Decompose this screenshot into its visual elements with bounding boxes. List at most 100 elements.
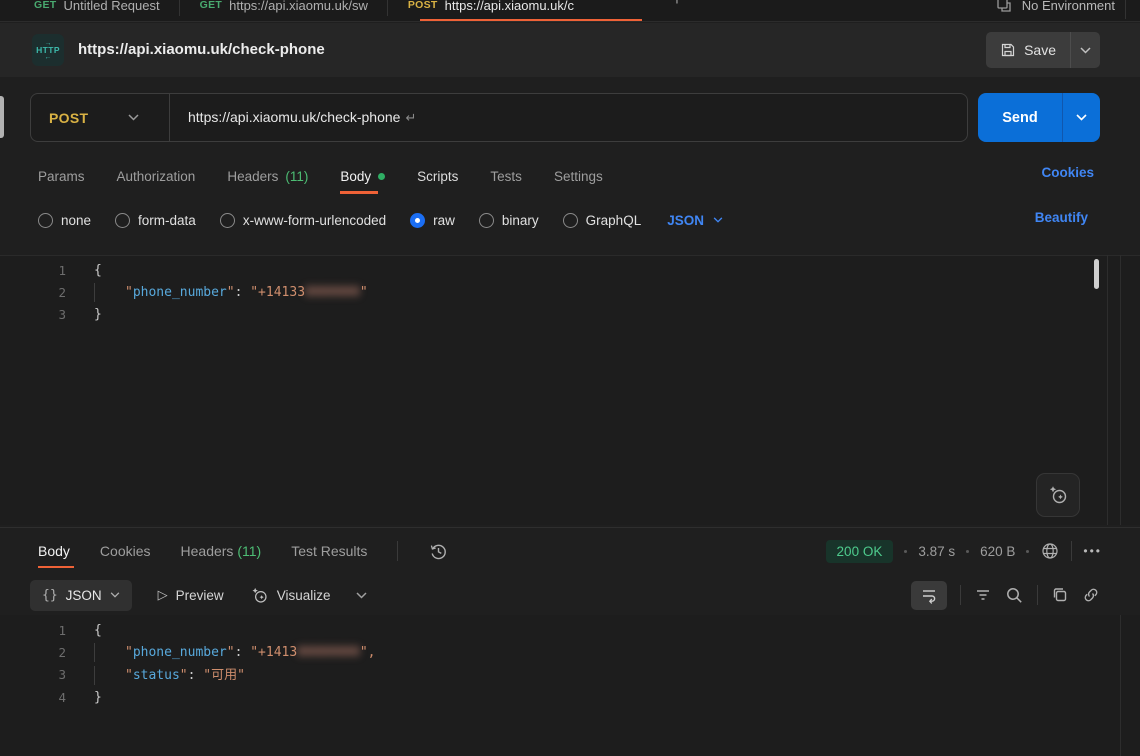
save-button[interactable]: Save bbox=[986, 32, 1070, 68]
filter-icon[interactable] bbox=[974, 586, 992, 604]
copy-icon[interactable] bbox=[1051, 586, 1069, 604]
code-line: 2"phone_number": "+141330000000" bbox=[0, 281, 1140, 303]
postbot-sparkle-icon bbox=[1047, 484, 1069, 506]
tab-authorization[interactable]: Authorization bbox=[117, 169, 196, 184]
new-tab-button[interactable]: + bbox=[672, 0, 682, 10]
tab-params[interactable]: Params bbox=[38, 169, 85, 184]
chevron-down-icon bbox=[1076, 114, 1087, 121]
sidebar-resize-handle[interactable] bbox=[0, 96, 4, 138]
editor-scrollbar-thumb[interactable] bbox=[1094, 259, 1099, 289]
editor-scroll-track-line bbox=[1107, 255, 1108, 525]
response-history-icon[interactable] bbox=[428, 541, 449, 562]
request-tab-sw[interactable]: GET https://api.xiaomu.uk/sw bbox=[180, 0, 388, 22]
postbot-button[interactable] bbox=[1036, 473, 1080, 517]
panel-edge-line bbox=[1120, 615, 1121, 756]
beautify-link[interactable]: Beautify bbox=[1035, 210, 1088, 225]
visualize-button[interactable]: Visualize bbox=[250, 586, 331, 605]
network-globe-icon[interactable] bbox=[1040, 541, 1060, 561]
radio-binary[interactable]: binary bbox=[479, 213, 539, 228]
chevron-down-icon[interactable] bbox=[356, 592, 367, 599]
meta-divider bbox=[397, 541, 398, 561]
search-icon[interactable] bbox=[1005, 586, 1024, 605]
panel-edge-line bbox=[1120, 255, 1121, 525]
response-tab-cookies[interactable]: Cookies bbox=[100, 543, 151, 559]
chevron-down-icon bbox=[713, 217, 723, 223]
line-number: 3 bbox=[0, 667, 72, 682]
radio-circle-selected bbox=[410, 213, 425, 228]
response-format-dropdown[interactable]: {} JSON bbox=[30, 580, 132, 611]
method-badge: GET bbox=[34, 0, 57, 11]
code-line: 4} bbox=[0, 686, 1140, 708]
active-tab-underline bbox=[340, 191, 378, 194]
wrap-text-icon bbox=[920, 586, 938, 604]
code-line: 2"phone_number": "+141300000000", bbox=[0, 641, 1140, 663]
radio-circle bbox=[563, 213, 578, 228]
radio-circle bbox=[115, 213, 130, 228]
radio-graphql[interactable]: GraphQL bbox=[563, 213, 642, 228]
response-tabs: Body Cookies Headers (11) Test Results bbox=[38, 532, 449, 570]
radio-raw[interactable]: raw bbox=[410, 213, 455, 228]
line-number: 4 bbox=[0, 690, 72, 705]
response-tab-body[interactable]: Body bbox=[38, 543, 70, 559]
url-input[interactable]: https://api.xiaomu.uk/check-phone ↵ bbox=[170, 109, 416, 126]
status-badge[interactable]: 200 OK bbox=[826, 540, 894, 563]
line-number: 1 bbox=[0, 623, 72, 638]
code-line: 3} bbox=[0, 304, 1140, 326]
response-tab-headers[interactable]: Headers (11) bbox=[181, 543, 262, 559]
selected-method: POST bbox=[49, 110, 88, 126]
toolbar-divider bbox=[1037, 585, 1038, 605]
radio-circle bbox=[38, 213, 53, 228]
raw-format-dropdown[interactable]: JSON bbox=[667, 213, 723, 228]
save-label: Save bbox=[1024, 42, 1056, 58]
play-outline-icon: ▷ bbox=[158, 587, 168, 603]
request-title: https://api.xiaomu.uk/check-phone bbox=[78, 41, 325, 58]
response-body-viewer[interactable]: 1{2"phone_number": "+141300000000",3"sta… bbox=[0, 615, 1140, 756]
more-options-button[interactable]: ••• bbox=[1083, 544, 1102, 558]
http-request-icon: →HTTP← bbox=[32, 34, 64, 66]
method-badge: GET bbox=[200, 0, 223, 11]
toolbar-divider bbox=[960, 585, 961, 605]
save-options-button[interactable] bbox=[1070, 32, 1100, 68]
environment-quicklook-icon[interactable] bbox=[996, 0, 1012, 13]
wrap-text-button[interactable] bbox=[911, 581, 947, 610]
radio-form-data[interactable]: form-data bbox=[115, 213, 196, 228]
cookies-link[interactable]: Cookies bbox=[1041, 165, 1094, 180]
request-tab-untitled[interactable]: GET Untitled Request bbox=[14, 0, 180, 22]
radio-none[interactable]: none bbox=[38, 213, 91, 228]
tab-settings[interactable]: Settings bbox=[554, 169, 603, 184]
save-split-button: Save bbox=[986, 32, 1100, 68]
environment-selector[interactable]: No Environment bbox=[1022, 0, 1115, 13]
response-tab-test-results[interactable]: Test Results bbox=[291, 543, 367, 559]
preview-button[interactable]: ▷ Preview bbox=[158, 587, 224, 603]
active-tab-indicator bbox=[420, 19, 642, 22]
line-number: 3 bbox=[0, 307, 72, 322]
code-line: 1{ bbox=[0, 259, 1140, 281]
braces-icon: {} bbox=[42, 588, 58, 603]
line-number: 2 bbox=[0, 285, 72, 300]
body-type-selector: none form-data x-www-form-urlencoded raw… bbox=[38, 200, 723, 240]
send-options-button[interactable] bbox=[1062, 93, 1100, 142]
send-button[interactable]: Send bbox=[978, 93, 1062, 142]
visualize-sparkle-icon bbox=[250, 586, 269, 605]
meta-divider bbox=[1071, 541, 1072, 561]
tab-headers[interactable]: Headers (11) bbox=[227, 169, 308, 184]
response-size[interactable]: 620 B bbox=[980, 544, 1015, 559]
url-value: https://api.xiaomu.uk/check-phone bbox=[188, 109, 400, 125]
radio-x-www-form-urlencoded[interactable]: x-www-form-urlencoded bbox=[220, 213, 386, 228]
method-dropdown[interactable]: POST bbox=[31, 94, 169, 141]
chevron-down-icon bbox=[128, 114, 139, 121]
return-key-hint: ↵ bbox=[405, 110, 416, 125]
line-number: 2 bbox=[0, 645, 72, 660]
link-icon[interactable] bbox=[1082, 586, 1100, 604]
response-time[interactable]: 3.87 s bbox=[918, 544, 955, 559]
tab-scripts[interactable]: Scripts bbox=[417, 169, 458, 184]
workspace-tab-bar: GET Untitled Request GET https://api.xia… bbox=[0, 0, 1140, 22]
body-modified-dot bbox=[378, 173, 385, 180]
headers-count-badge: (11) bbox=[237, 543, 261, 559]
request-body-editor[interactable]: 1{2"phone_number": "+141330000000"3} bbox=[0, 255, 1140, 525]
tab-tests[interactable]: Tests bbox=[490, 169, 522, 184]
request-title-row: →HTTP← https://api.xiaomu.uk/check-phone… bbox=[0, 23, 1140, 77]
tab-body[interactable]: Body bbox=[340, 169, 385, 184]
request-body-code: 1{2"phone_number": "+141330000000"3} bbox=[0, 259, 1140, 326]
chevron-down-icon bbox=[1080, 47, 1091, 54]
